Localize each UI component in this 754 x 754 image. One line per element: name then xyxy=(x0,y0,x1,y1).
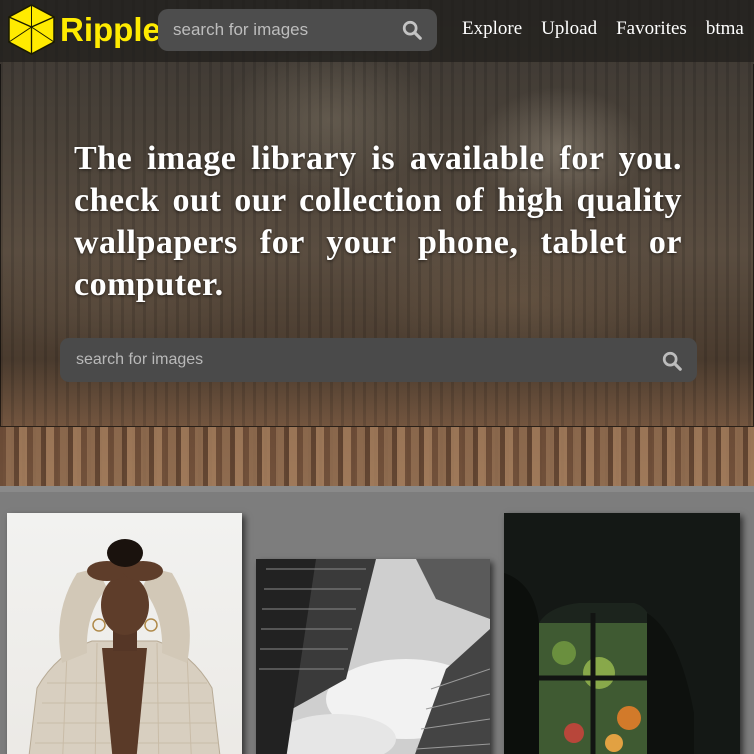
buildings-photo xyxy=(256,559,490,754)
gallery-image-window[interactable] xyxy=(504,513,740,754)
hero-reflection xyxy=(0,426,754,486)
hero-banner: The image library is available for you. … xyxy=(0,0,754,486)
portrait-photo xyxy=(28,539,221,754)
window-photo xyxy=(504,513,740,754)
nav-link-explore[interactable]: Explore xyxy=(462,17,522,41)
search-icon[interactable] xyxy=(661,350,683,372)
hero-search-bar[interactable] xyxy=(60,338,697,382)
hexagon-logo-icon[interactable] xyxy=(6,3,57,56)
gallery-image-portrait[interactable] xyxy=(7,513,242,754)
brand-name[interactable]: Ripple xyxy=(60,10,161,50)
nav-link-favorites[interactable]: Favorites xyxy=(616,17,687,41)
search-icon[interactable] xyxy=(401,19,423,41)
nav-link-upload[interactable]: Upload xyxy=(541,17,597,41)
nav-links: Explore Upload Favorites btma xyxy=(462,17,744,41)
image-gallery xyxy=(0,486,754,754)
top-navbar: Ripple Explore Upload Favorites btma xyxy=(0,0,754,62)
hero-edge-left xyxy=(0,64,1,426)
navbar-search-bar[interactable] xyxy=(158,9,437,51)
nav-link-profile[interactable]: btma xyxy=(706,17,744,41)
hero-search-input[interactable] xyxy=(60,338,650,382)
hero-divider xyxy=(0,426,754,427)
hero-tagline: The image library is available for you. … xyxy=(74,140,682,303)
gallery-image-buildings[interactable] xyxy=(256,559,490,754)
navbar-search-input[interactable] xyxy=(158,9,388,51)
